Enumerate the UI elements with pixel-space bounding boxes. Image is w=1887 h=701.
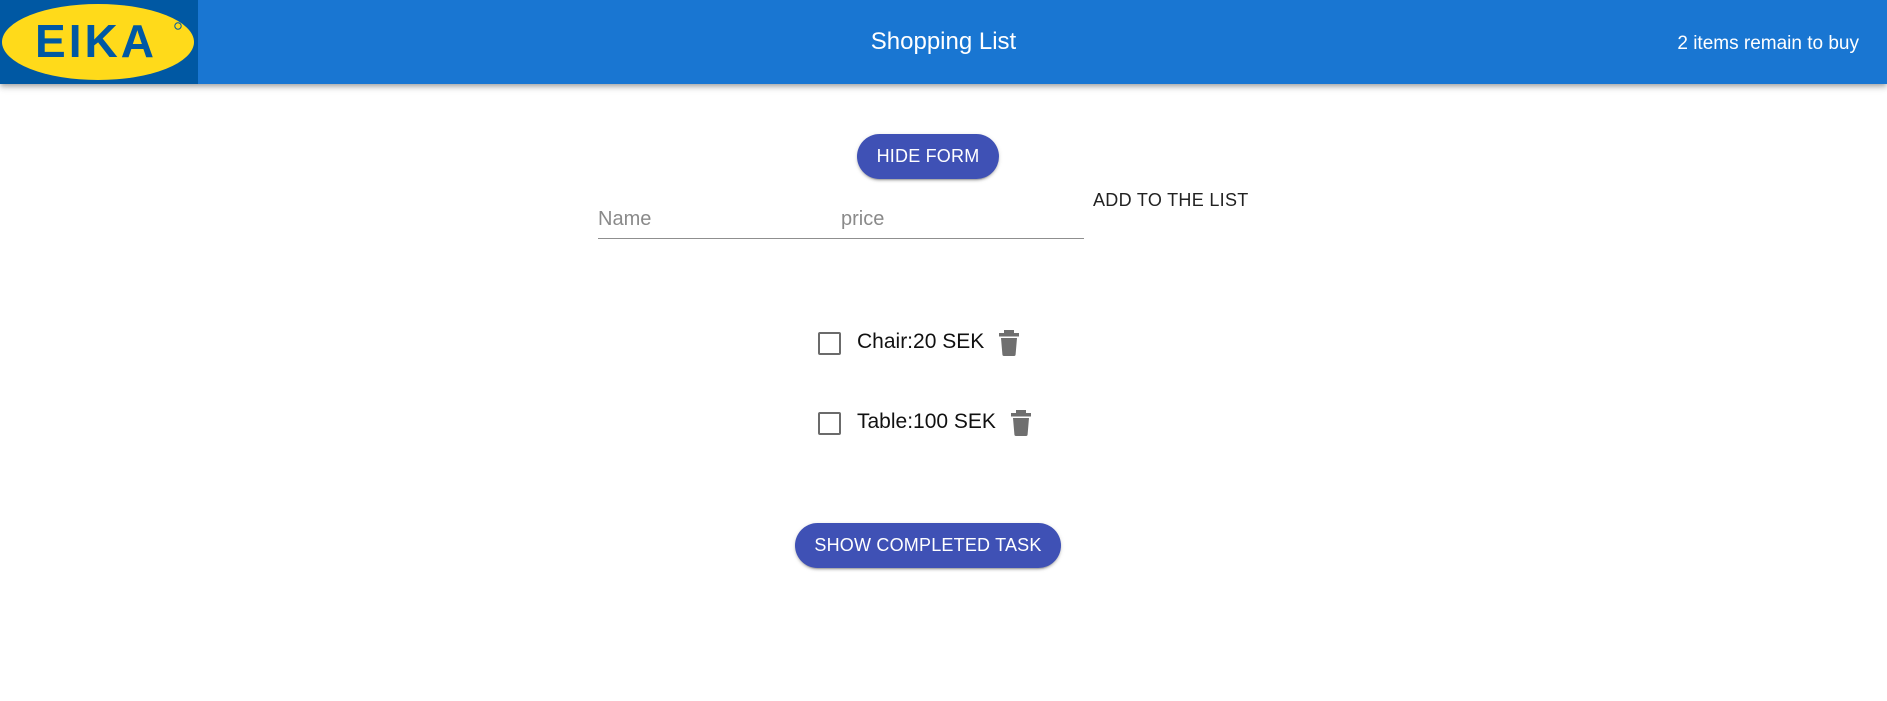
add-item-form: [598, 200, 1084, 239]
item-label: Chair:20 SEK: [857, 330, 985, 353]
name-input[interactable]: [598, 204, 828, 234]
item-checkbox[interactable]: [818, 332, 841, 355]
items-remaining-counter: 2 items remain to buy: [1677, 33, 1859, 54]
price-input[interactable]: [841, 204, 1071, 234]
item-checkbox[interactable]: [818, 412, 841, 435]
eika-logo[interactable]: EIKA: [0, 0, 198, 84]
logo-text: EIKA: [35, 15, 157, 67]
logo-graphic: EIKA: [2, 4, 194, 80]
app-bar: EIKA Shopping List 2 items remain to buy: [0, 0, 1887, 84]
trash-icon[interactable]: [1010, 410, 1032, 436]
item-label: Table:100 SEK: [857, 410, 996, 433]
add-to-list-button[interactable]: ADD TO THE LIST: [1093, 190, 1249, 211]
hide-form-button[interactable]: HIDE FORM: [857, 134, 999, 179]
page-title: Shopping List: [870, 28, 1017, 55]
trash-icon[interactable]: [998, 330, 1020, 356]
show-completed-button[interactable]: SHOW COMPLETED TASK: [795, 523, 1061, 568]
